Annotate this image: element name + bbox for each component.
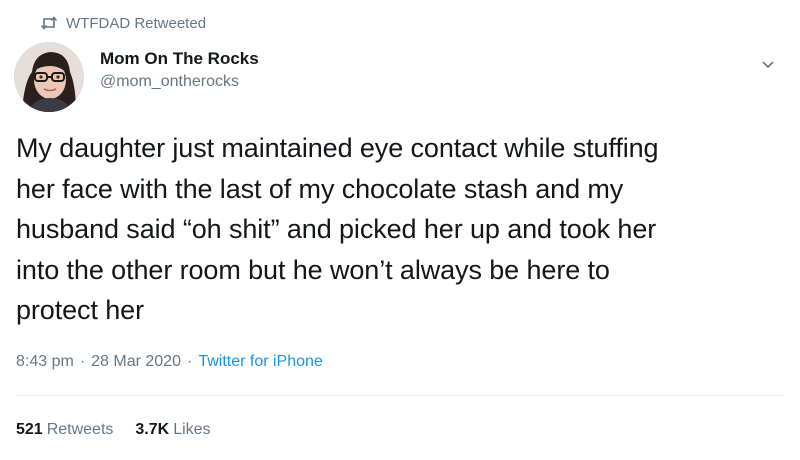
likes-count: 3.7K [135,421,170,438]
tweet-meta: 8:43 pm · 28 Mar 2020 · Twitter for iPhone [16,350,323,374]
retweet-icon [40,16,58,30]
author-names: Mom On The Rocks @mom_ontherocks [100,48,259,94]
retweets-label: Retweets [46,421,114,438]
separator-dot: · [79,353,86,370]
tweet-text-line: My daughter just maintained eye contact … [16,133,659,163]
tweet-text-line: husband said “oh shit” and picked her up… [16,214,657,244]
divider [16,395,784,396]
separator-dot: · [186,353,193,370]
tweet-source-link[interactable]: Twitter for iPhone [198,353,323,370]
tweet-text-line: into the other room but he won’t always … [16,254,610,285]
retweet-text[interactable]: WTFDAD Retweeted [66,15,206,32]
tweet-date[interactable]: 28 Mar 2020 [91,353,181,370]
user-handle[interactable]: @mom_ontherocks [100,70,259,94]
tweet-stats: 521 Retweets 3.7K Likes [16,418,233,442]
chevron-down-icon[interactable] [760,56,776,72]
tweet-author: Mom On The Rocks @mom_ontherocks [14,42,782,112]
likes-stat[interactable]: 3.7K Likes [135,418,210,442]
retweets-stat[interactable]: 521 Retweets [16,418,113,442]
tweet-text-line: protect her [16,295,144,325]
tweet-text: My daughter just maintained eye contact … [16,128,776,331]
avatar[interactable] [14,42,84,112]
tweet-text-line: her face with the last of my chocolate s… [16,173,624,204]
retweet-context: WTFDAD Retweeted [40,12,206,34]
tweet-time[interactable]: 8:43 pm [16,353,74,370]
display-name[interactable]: Mom On The Rocks [100,48,259,70]
likes-label: Likes [173,421,211,438]
retweets-count: 521 [16,421,43,438]
